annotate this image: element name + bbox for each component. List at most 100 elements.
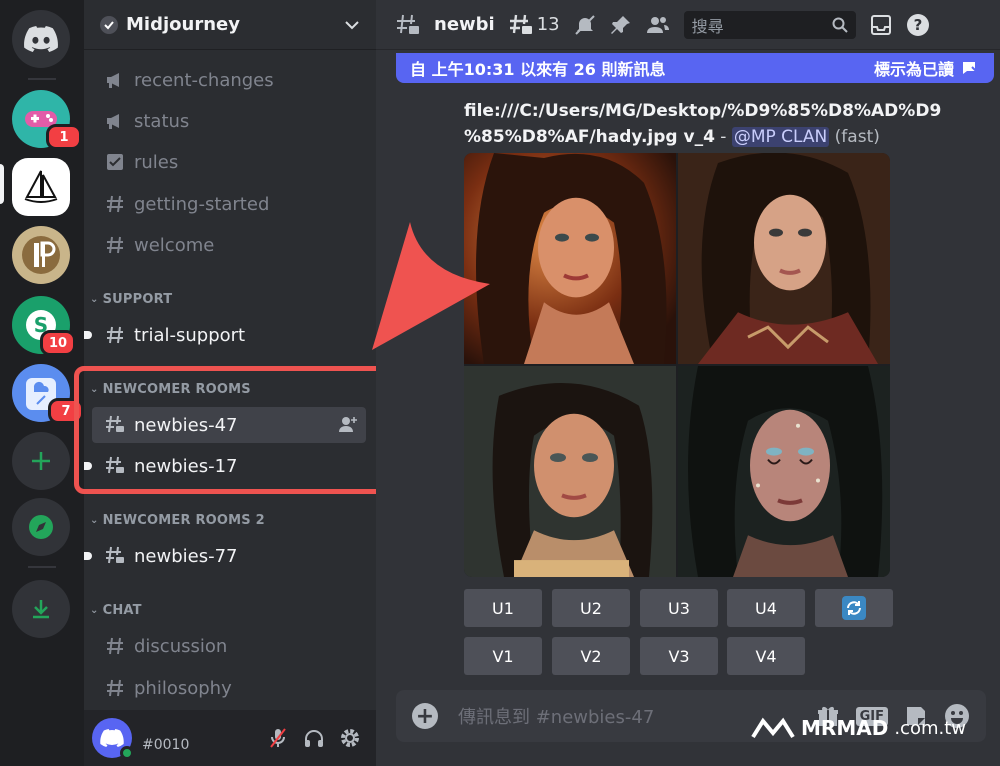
hash-icon bbox=[104, 234, 126, 256]
mrmad-logo-icon bbox=[751, 717, 795, 739]
rail-divider bbox=[28, 78, 56, 80]
announcement-icon bbox=[104, 69, 126, 91]
speed-label: (fast) bbox=[834, 127, 880, 147]
threads-icon bbox=[509, 14, 532, 34]
variation-button-1[interactable]: V1 bbox=[464, 637, 542, 675]
headphones-icon[interactable] bbox=[296, 720, 332, 756]
announcement-icon bbox=[104, 110, 126, 132]
variation-button-3[interactable]: V3 bbox=[640, 637, 718, 675]
generated-image-4[interactable] bbox=[678, 366, 890, 577]
channel-welcome[interactable]: welcome bbox=[92, 227, 366, 263]
mark-read-icon bbox=[963, 62, 980, 74]
hash-icon bbox=[104, 324, 126, 346]
chevron-down-icon: ⌄ bbox=[90, 605, 99, 616]
avatar[interactable] bbox=[92, 718, 134, 760]
thread-hash-icon bbox=[396, 14, 420, 36]
compass-icon bbox=[29, 515, 53, 539]
guild-header[interactable]: Midjourney bbox=[84, 0, 376, 50]
channel-label: newbies-77 bbox=[134, 545, 238, 567]
download-apps-button[interactable] bbox=[12, 580, 70, 638]
threads-button[interactable]: 13 bbox=[509, 14, 560, 36]
category-label: CHAT bbox=[102, 603, 142, 618]
channel-newbies-77[interactable]: newbies-77 bbox=[84, 538, 366, 574]
channel-label: philosophy bbox=[134, 677, 232, 699]
watermark-domain: .com.tw bbox=[894, 717, 966, 739]
category-newcomer-rooms-2[interactable]: ⌄ NEWCOMER ROOMS 2 bbox=[90, 513, 265, 528]
chevron-down-icon: ⌄ bbox=[90, 294, 99, 305]
chevron-down-icon bbox=[344, 14, 360, 35]
channel-label: status bbox=[134, 110, 190, 132]
server-ip-icon[interactable] bbox=[12, 226, 70, 284]
inbox-icon[interactable] bbox=[870, 14, 892, 36]
rules-checkbox-icon bbox=[104, 151, 126, 173]
server-cloud-icon[interactable]: 7 bbox=[12, 364, 84, 424]
category-label: SUPPORT bbox=[102, 292, 173, 307]
verified-check-icon bbox=[100, 15, 118, 34]
pin-icon[interactable] bbox=[610, 14, 632, 36]
channel-header: newbi 13 搜尋 ? bbox=[376, 0, 1000, 50]
generated-image-2[interactable] bbox=[678, 153, 890, 364]
message-content: file:///C:/Users/MG/Desktop/%D9%85%D8%AD… bbox=[464, 98, 944, 150]
unread-dot bbox=[84, 552, 92, 560]
thread-count: 13 bbox=[536, 14, 560, 35]
channel-label: trial-support bbox=[134, 324, 246, 346]
mark-as-read-button[interactable]: 標示為已讀 bbox=[874, 56, 980, 80]
category-support[interactable]: ⌄ SUPPORT bbox=[90, 292, 172, 307]
server-rail: 1 S 10 7 bbox=[0, 0, 84, 766]
upscale-button-2[interactable]: U2 bbox=[552, 589, 630, 627]
upload-plus-icon[interactable]: + bbox=[412, 703, 438, 729]
server-s-icon[interactable]: S 10 bbox=[12, 296, 76, 356]
channel-getting-started[interactable]: getting-started bbox=[92, 186, 366, 222]
ip-logo-icon bbox=[22, 236, 60, 274]
watermark: MRMAD .com.tw bbox=[751, 716, 966, 740]
search-icon bbox=[832, 17, 848, 33]
reroll-button[interactable] bbox=[815, 589, 893, 627]
thread-hash-icon bbox=[104, 545, 126, 567]
unread-dot bbox=[84, 331, 92, 339]
category-chat[interactable]: ⌄ CHAT bbox=[90, 603, 142, 618]
channel-status[interactable]: status bbox=[92, 103, 366, 139]
prompt-file-path-line1: file:///C:/Users/MG/Desktop/%D9%85%D8%AD… bbox=[464, 101, 942, 121]
highlight-box bbox=[74, 366, 386, 494]
mark-as-read-label: 標示為已讀 bbox=[873, 60, 954, 79]
discord-home-button[interactable] bbox=[12, 10, 70, 68]
active-server-indicator bbox=[0, 164, 4, 204]
hash-icon bbox=[104, 193, 126, 215]
mute-bell-icon[interactable] bbox=[574, 14, 596, 36]
members-icon[interactable] bbox=[646, 15, 670, 35]
generated-image-3[interactable] bbox=[464, 366, 676, 577]
channel-recent-changes[interactable]: recent-changes bbox=[92, 62, 366, 98]
image-grid[interactable] bbox=[464, 153, 890, 577]
rail-divider bbox=[28, 566, 56, 568]
upscale-button-4[interactable]: U4 bbox=[727, 589, 805, 627]
channel-trial-support[interactable]: trial-support bbox=[84, 317, 366, 353]
server-game-icon[interactable]: 1 bbox=[12, 90, 82, 150]
upscale-button-1[interactable]: U1 bbox=[464, 589, 542, 627]
search-input[interactable]: 搜尋 bbox=[683, 10, 856, 39]
new-messages-text: 自 上午10:31 以來有 26 則新訊息 bbox=[410, 60, 666, 79]
unread-badge: 1 bbox=[46, 124, 82, 150]
variation-button-2[interactable]: V2 bbox=[552, 637, 630, 675]
upscale-button-3[interactable]: U3 bbox=[640, 589, 718, 627]
user-mention[interactable]: @MP CLAN bbox=[731, 127, 830, 147]
refresh-icon bbox=[842, 596, 866, 620]
channel-philosophy[interactable]: philosophy bbox=[92, 670, 366, 706]
channel-label: getting-started bbox=[134, 193, 270, 215]
channel-rules[interactable]: rules bbox=[92, 144, 366, 180]
chat-area: newbi 13 搜尋 ? 自 上午10:31 以來有 26 則新訊息 標示為已… bbox=[372, 0, 1000, 766]
search-placeholder: 搜尋 bbox=[691, 16, 724, 36]
add-server-button[interactable] bbox=[12, 432, 70, 490]
new-messages-bar[interactable]: 自 上午10:31 以來有 26 則新訊息 標示為已讀 bbox=[396, 53, 994, 83]
explore-servers-button[interactable] bbox=[12, 498, 70, 556]
channel-discussion[interactable]: discussion bbox=[92, 628, 366, 664]
hash-icon bbox=[104, 635, 126, 657]
muted-mic-icon[interactable] bbox=[260, 720, 296, 756]
category-label: NEWCOMER ROOMS 2 bbox=[102, 513, 265, 528]
separator: - bbox=[714, 127, 732, 147]
prompt-file-path-line2: %85%D8%AF/hady.jpg v_4 bbox=[464, 127, 715, 147]
help-icon[interactable]: ? bbox=[906, 13, 930, 37]
server-midjourney[interactable] bbox=[12, 158, 70, 216]
variation-button-4[interactable]: V4 bbox=[727, 637, 805, 675]
channel-label: recent-changes bbox=[134, 69, 274, 91]
gear-icon[interactable] bbox=[332, 720, 368, 756]
